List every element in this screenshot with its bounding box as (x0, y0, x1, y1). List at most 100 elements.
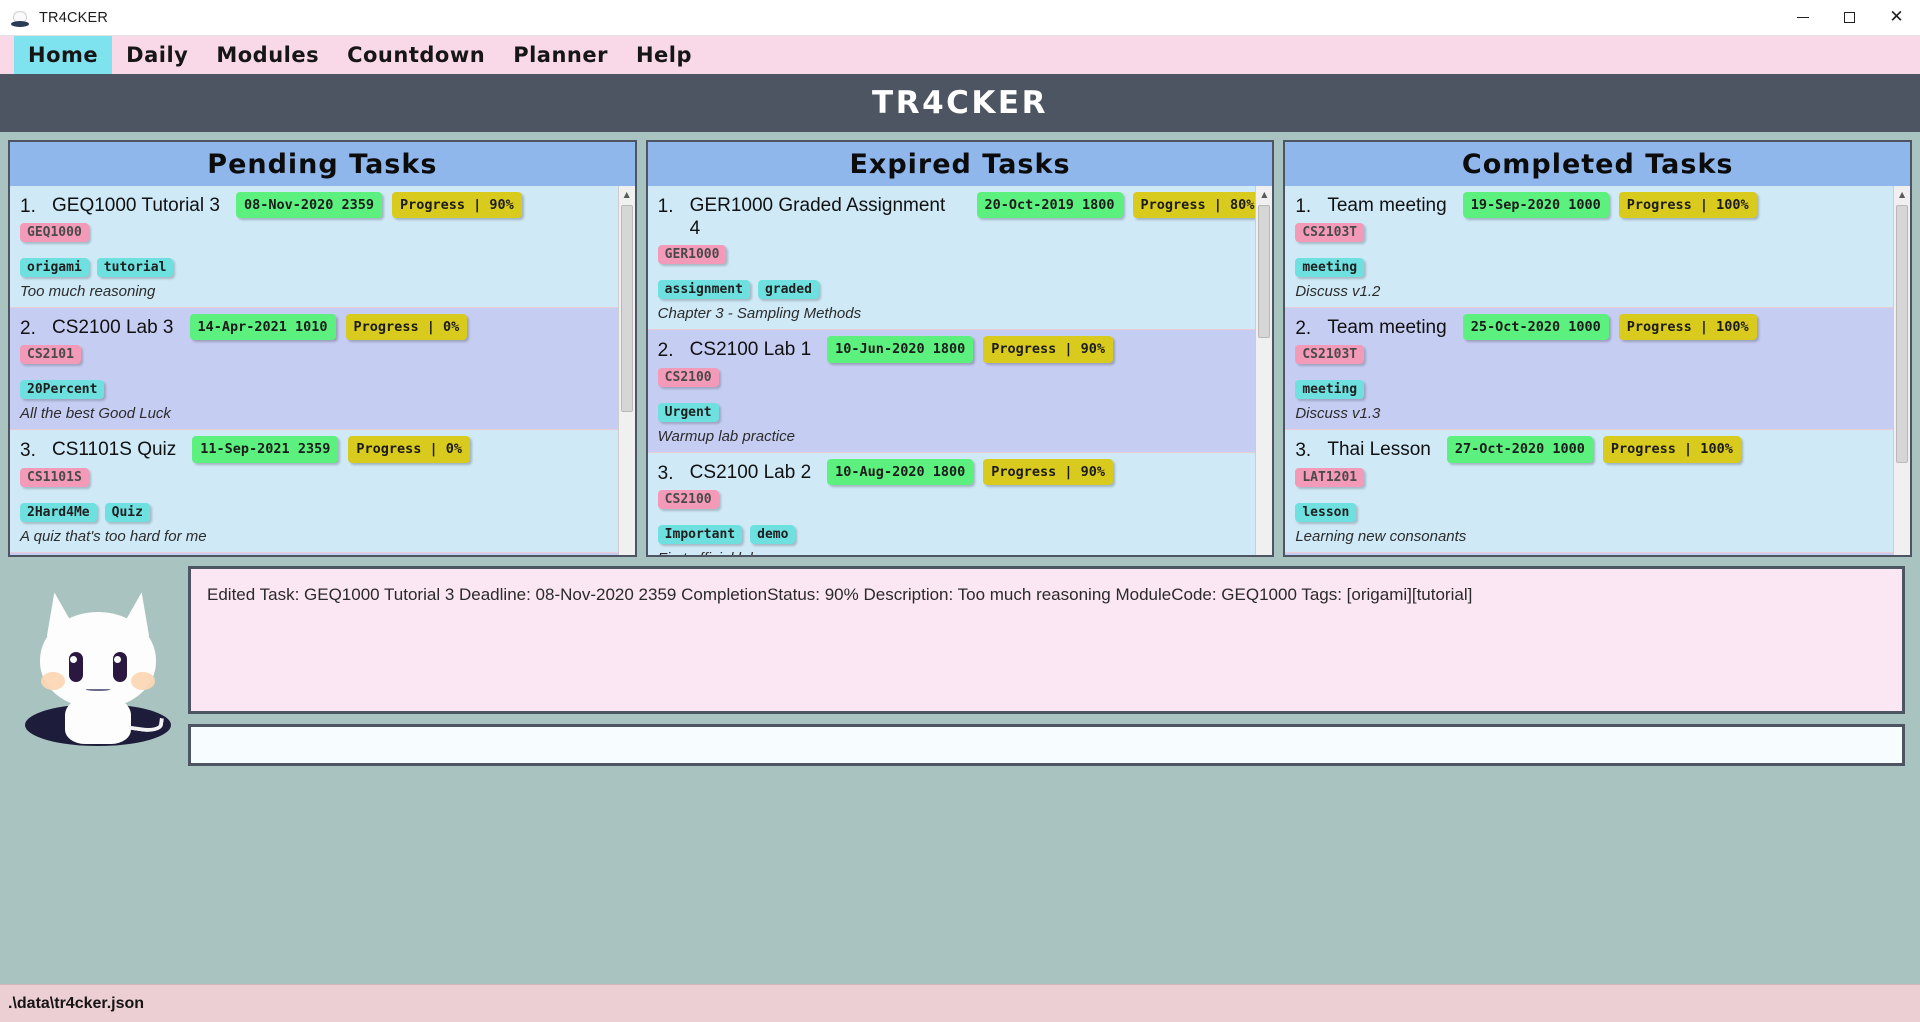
task-description: Chapter 3 - Sampling Methods (657, 305, 862, 323)
scrollbar-thumb[interactable] (1896, 205, 1909, 464)
task-tag: 2Hard4Me (20, 502, 97, 522)
task-description: First official lab (658, 550, 1263, 555)
maximize-button[interactable] (1826, 0, 1873, 36)
task-card[interactable]: 2. Team meeting 25-Oct-2020 1000 Progress |… (1285, 308, 1911, 431)
task-index: 3. (20, 440, 36, 462)
mascot-area (8, 566, 188, 766)
deadline-badge: 10-Aug-2020 1800 (827, 458, 974, 485)
task-index: 3. (657, 462, 674, 484)
task-list-completed[interactable]: 1. Team meeting 19-Sep-2020 1000 Progress |… (1285, 186, 1911, 555)
task-tag: Quiz (104, 502, 150, 522)
task-columns: Pending Tasks 1. GEQ1000 Tutorial 3 08-Nov-… (8, 140, 1913, 557)
command-input-wrapper[interactable] (188, 724, 1905, 766)
task-card[interactable]: 4.Thai Listening Quiz 227-Oct-2020 2000P… (1285, 552, 1911, 555)
app-title: TR4CKER (872, 85, 1048, 121)
task-tag: assignment (657, 280, 750, 300)
task-header-row: 1. GER1000 Graded Assignment 4 20-Oct-2019… (658, 192, 1263, 240)
task-index: 2. (1295, 318, 1312, 340)
progress-badge: Progress | 90% (983, 458, 1114, 485)
task-name: Team meeting (1327, 195, 1447, 216)
progress-badge: Progress | 0% (348, 436, 470, 463)
menu-item-home[interactable]: Home (14, 36, 113, 74)
module-tag: LAT1201 (1295, 467, 1365, 487)
scrollbar-thumb[interactable] (620, 205, 633, 412)
task-index: 1. (657, 196, 674, 217)
task-name: GER1000 Graded Assignment 4 (689, 195, 946, 240)
task-card[interactable]: 1. GEQ1000 Tutorial 3 08-Nov-2020 2359 Prog… (10, 186, 635, 309)
module-tag: CS2101 (20, 345, 81, 365)
close-button[interactable]: ✕ (1873, 0, 1920, 36)
menu-item-daily[interactable]: Daily (112, 36, 202, 74)
task-list-pending[interactable]: 1. GEQ1000 Tutorial 3 08-Nov-2020 2359 Prog… (10, 186, 635, 555)
minimize-button[interactable] (1779, 0, 1826, 36)
column-header-pending: Pending Tasks (10, 142, 635, 186)
task-tag: lesson (1295, 502, 1357, 522)
deadline-badge: 20-Oct-2019 1800 (976, 192, 1123, 219)
task-tag-row: CS1101S 2Hard4Me Quiz (20, 467, 625, 522)
task-header-row: 2. Team meeting 25-Oct-2020 1000 Progress |… (1295, 314, 1900, 341)
status-bar: .\data\tr4cker.json (0, 984, 1920, 1022)
task-header-row: 3. CS2100 Lab 2 10-Aug-2020 1800 Progress |… (657, 458, 1263, 485)
scroll-up-icon[interactable]: ▲ (1256, 186, 1273, 203)
task-card[interactable]: 2. CS2100 Lab 3 14-Apr-2021 1010 Progress |… (10, 308, 635, 431)
task-tag: meeting (1295, 380, 1365, 400)
task-header-row: 3. CS1101S Quiz 11-Sep-2021 2359 Progress |… (20, 436, 625, 463)
task-tag-row: CS2103T meeting (1295, 223, 1900, 278)
maximize-icon (1844, 12, 1855, 23)
task-description: Learning new consonants (1295, 527, 1467, 545)
task-card[interactable]: 3. CS1101S Quiz 11-Sep-2021 2359 Progress |… (10, 430, 635, 553)
module-tag: GER1000 (657, 245, 727, 265)
task-badges: 10-Aug-2020 1800 Progress | 90% (827, 458, 1114, 485)
task-card[interactable]: 1. Team meeting 19-Sep-2020 1000 Progress |… (1285, 186, 1911, 309)
scrollbar-expired[interactable]: ▲ (1255, 186, 1273, 555)
module-tag: CS2100 (657, 489, 719, 509)
task-name: CS2100 Lab 3 (52, 317, 174, 339)
task-badges: 08-Nov-2020 2359 Progress | 90% (235, 192, 522, 219)
deadline-badge: 11-Sep-2021 2359 (192, 436, 339, 463)
task-name: GEQ1000 Tutorial 3 (52, 195, 220, 216)
task-badges: 27-Oct-2020 1000 Progress | 100% (1446, 436, 1741, 463)
module-tag: CS2100 (657, 367, 719, 387)
menu-item-countdown[interactable]: Countdown (333, 36, 499, 74)
scrollbar-thumb[interactable] (1258, 205, 1271, 338)
task-list-expired[interactable]: 1. GER1000 Graded Assignment 4 20-Oct-2019… (647, 186, 1273, 555)
task-tag-row: GER1000 assignment graded (657, 245, 1263, 300)
module-tag: CS2103T (1295, 223, 1365, 243)
task-header-row: 2. CS2100 Lab 3 14-Apr-2021 1010 Progress |… (20, 314, 625, 341)
column-header-completed: Completed Tasks (1285, 142, 1911, 186)
menu-item-label: Help (635, 43, 693, 67)
task-tag-row: GEQ1000 origami tutorial (20, 223, 625, 278)
save-location-path: .\data\tr4cker.json (8, 994, 145, 1012)
deadline-badge: 14-Apr-2021 1010 (189, 314, 336, 341)
task-tag: Urgent (657, 402, 719, 422)
scroll-up-icon[interactable]: ▲ (618, 186, 635, 203)
deadline-badge: 10-Jun-2020 1800 (827, 336, 974, 363)
menu-item-label: Countdown (347, 43, 486, 67)
task-tag: tutorial (96, 258, 174, 278)
module-tag: GEQ1000 (20, 223, 89, 243)
menu-item-modules[interactable]: Modules (202, 36, 333, 74)
menu-item-label: Daily (126, 43, 189, 67)
window-title: TR4CKER (39, 9, 109, 26)
scroll-up-icon[interactable]: ▲ (1894, 186, 1911, 203)
column-header-expired: Expired Tasks (647, 142, 1273, 186)
cat-mascot-icon (23, 586, 173, 746)
menu-item-help[interactable]: Help (622, 36, 706, 74)
main-body: Pending Tasks 1. GEQ1000 Tutorial 3 08-Nov-… (0, 132, 1920, 984)
task-index: 2. (657, 340, 674, 362)
scrollbar-pending[interactable]: ▲ (617, 186, 635, 555)
task-header-row: 1. Team meeting 19-Sep-2020 1000 Progress |… (1295, 192, 1900, 219)
task-card[interactable]: 1. GER1000 Graded Assignment 4 20-Oct-2019… (647, 186, 1273, 331)
scrollbar-completed[interactable]: ▲ (1893, 186, 1911, 555)
task-card[interactable]: 2. CS2100 Lab 1 10-Jun-2020 1800 Progress |… (647, 330, 1273, 453)
task-badges: 19-Sep-2020 1000 Progress | 100% (1462, 192, 1757, 219)
task-index: 1. (20, 196, 36, 217)
menu-item-planner[interactable]: Planner (499, 36, 622, 74)
task-card[interactable]: 3. Thai Lesson 27-Oct-2020 1000 Progress | … (1285, 430, 1911, 553)
menu-item-label: Planner (513, 43, 608, 67)
progress-badge: Progress | 90% (391, 192, 522, 219)
task-badges: 14-Apr-2021 1010 Progress | 0% (189, 314, 468, 341)
task-list-inner: 1. GER1000 Graded Assignment 4 20-Oct-2019… (647, 186, 1273, 555)
task-card[interactable]: 4.CS2103T Project13-Sep-2021 1500Progres… (10, 552, 635, 555)
task-card[interactable]: 3. CS2100 Lab 2 10-Aug-2020 1800 Progress |… (647, 452, 1273, 555)
